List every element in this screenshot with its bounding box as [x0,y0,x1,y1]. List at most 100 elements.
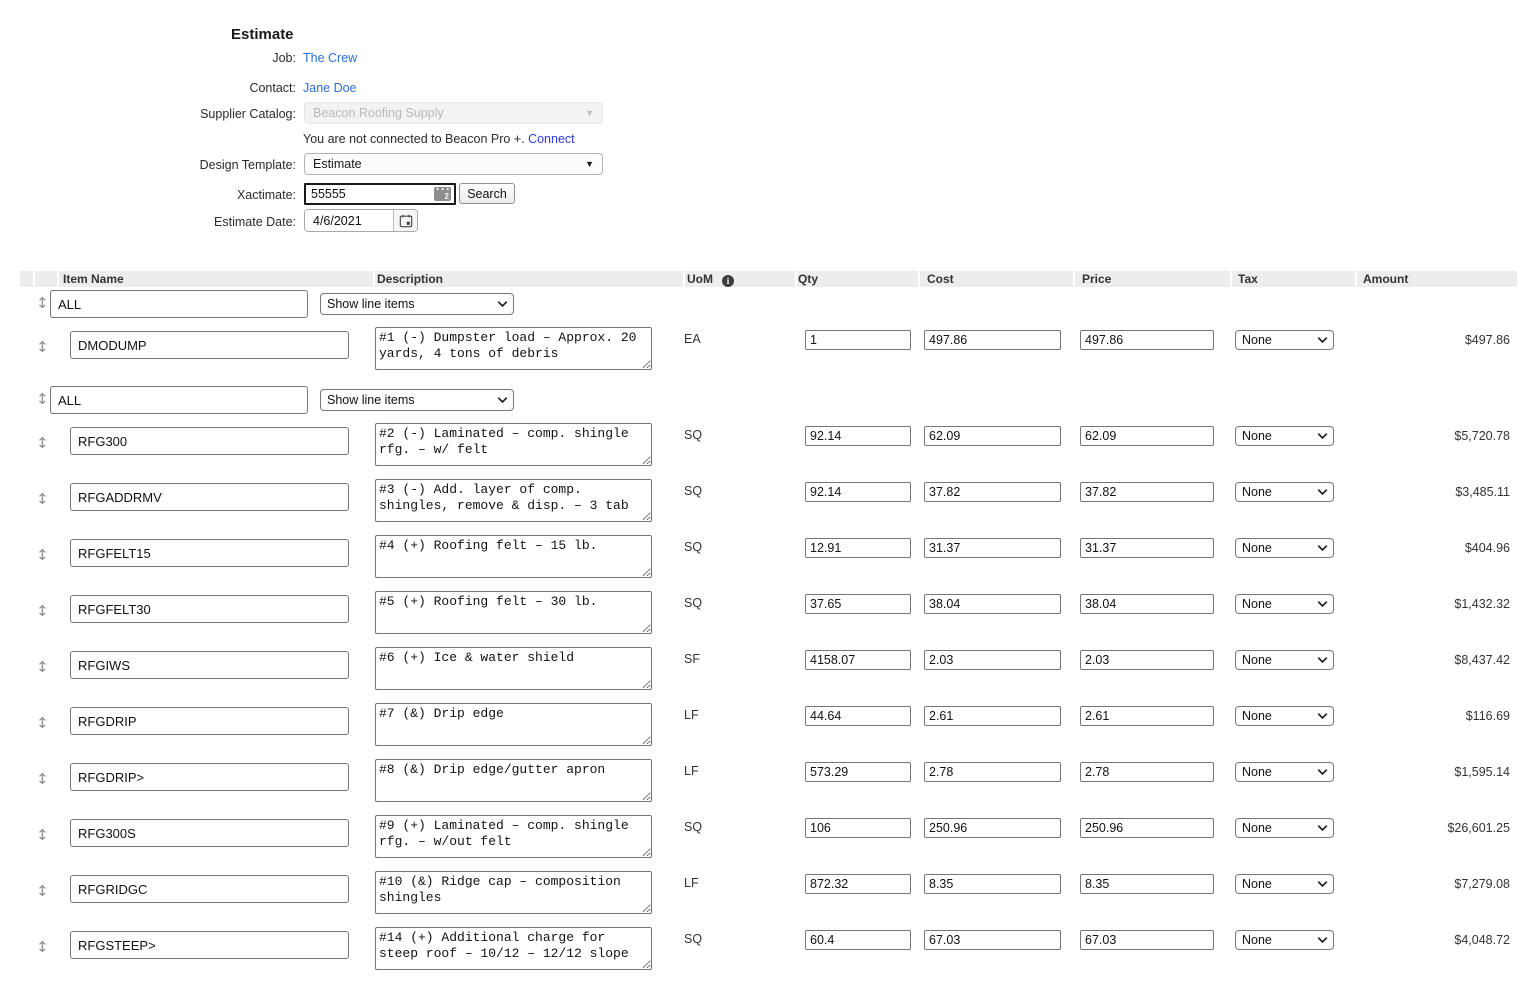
price-input[interactable] [1080,594,1214,614]
qty-input[interactable] [805,594,911,614]
tax-select[interactable]: None [1235,650,1334,670]
qty-input[interactable] [805,426,911,446]
qty-input[interactable] [805,930,911,950]
description-textarea[interactable]: #14 (+) Additional charge for steep roof… [375,927,652,970]
qty-input[interactable] [805,818,911,838]
drag-handle-icon[interactable]: ↕ [36,826,49,844]
item-name-input[interactable] [70,707,349,735]
price-input[interactable] [1080,762,1214,782]
price-input[interactable] [1080,538,1214,558]
qty-input[interactable] [805,874,911,894]
cost-input[interactable] [924,930,1061,950]
qty-input[interactable] [805,482,911,502]
calendar-button[interactable] [393,210,417,231]
description-textarea[interactable]: #8 (&) Drip edge/gutter apron [375,759,652,802]
price-input[interactable] [1080,330,1214,350]
drag-handle-icon[interactable]: ↕ [36,602,49,620]
uom-value: LF [684,876,699,890]
item-name-input[interactable] [70,875,349,903]
tax-select[interactable]: None [1235,930,1334,950]
drag-handle-icon[interactable]: ↕ [36,390,49,408]
design-template-select[interactable]: Estimate [304,153,603,175]
qty-input[interactable] [805,538,911,558]
info-icon[interactable]: i [722,275,734,287]
connect-status-text: You are not connected to Beacon Pro +. [303,132,525,146]
uom-value: SQ [684,428,702,442]
item-name-input[interactable] [70,819,349,847]
cost-input[interactable] [924,538,1061,558]
description-textarea[interactable]: #4 (+) Roofing felt – 15 lb. [375,535,652,578]
cost-input[interactable] [924,762,1061,782]
cost-input[interactable] [924,706,1061,726]
tax-select[interactable]: None [1235,330,1334,350]
qty-input[interactable] [805,762,911,782]
tax-select-wrap: None [1235,874,1334,894]
description-textarea[interactable]: #2 (-) Laminated – comp. shingle rfg. – … [375,423,652,466]
drag-handle-icon[interactable]: ↕ [36,338,49,356]
contact-link[interactable]: Jane Doe [303,81,357,95]
price-input[interactable] [1080,482,1214,502]
tax-select-wrap: None [1235,650,1334,670]
price-input[interactable] [1080,818,1214,838]
qty-input[interactable] [805,706,911,726]
group-name-input[interactable] [50,386,308,414]
tax-select[interactable]: None [1235,874,1334,894]
item-name-input[interactable] [70,931,349,959]
drag-handle-icon[interactable]: ↕ [36,294,49,312]
cost-input[interactable] [924,482,1061,502]
cost-input[interactable] [924,594,1061,614]
drag-handle-icon[interactable]: ↕ [36,546,49,564]
item-name-input[interactable] [70,539,349,567]
price-input[interactable] [1080,706,1214,726]
price-input[interactable] [1080,874,1214,894]
drag-handle-icon[interactable]: ↕ [36,938,49,956]
tax-select[interactable]: None [1235,762,1334,782]
drag-handle-icon[interactable]: ↕ [36,434,49,452]
tax-select[interactable]: None [1235,482,1334,502]
tax-select[interactable]: None [1235,594,1334,614]
cost-input[interactable] [924,426,1061,446]
job-link[interactable]: The Crew [303,51,357,65]
description-textarea[interactable]: #3 (-) Add. layer of comp. shingles, rem… [375,479,652,522]
description-textarea[interactable]: #7 (&) Drip edge [375,703,652,746]
cost-input[interactable] [924,818,1061,838]
drag-handle-icon[interactable]: ↕ [36,714,49,732]
description-textarea[interactable]: #9 (+) Laminated – comp. shingle rfg. – … [375,815,652,858]
item-name-input[interactable] [70,595,349,623]
description-textarea[interactable]: #1 (-) Dumpster load – Approx. 20 yards,… [375,327,652,370]
cost-input[interactable] [924,874,1061,894]
drag-handle-icon[interactable]: ↕ [36,882,49,900]
tax-select[interactable]: None [1235,538,1334,558]
group-name-input[interactable] [50,290,308,318]
amount-value: $404.96 [1340,541,1510,555]
item-name-input[interactable] [70,483,349,511]
cost-input[interactable] [924,650,1061,670]
price-input[interactable] [1080,930,1214,950]
tax-select[interactable]: None [1235,426,1334,446]
qty-input[interactable] [805,650,911,670]
line-items-filter-select[interactable]: Show line items [320,293,514,315]
group-row: ↕ Show line items [0,287,1529,327]
estimate-date-input[interactable] [305,210,393,231]
qty-input[interactable] [805,330,911,350]
price-input[interactable] [1080,426,1214,446]
tax-select[interactable]: None [1235,818,1334,838]
connect-link[interactable]: Connect [528,132,575,146]
search-button[interactable]: Search [459,183,515,204]
drag-handle-icon[interactable]: ↕ [36,490,49,508]
description-textarea[interactable]: #10 (&) Ridge cap – composition shingles [375,871,652,914]
item-name-input[interactable] [70,427,349,455]
autofill-extension-icon[interactable] [434,187,451,201]
cost-input[interactable] [924,330,1061,350]
estimate-page: Estimate Job: The Crew Contact: Jane Doe… [0,0,1529,967]
item-name-input[interactable] [70,651,349,679]
item-name-input[interactable] [70,331,349,359]
item-name-input[interactable] [70,763,349,791]
drag-handle-icon[interactable]: ↕ [36,658,49,676]
description-textarea[interactable]: #5 (+) Roofing felt – 30 lb. [375,591,652,634]
tax-select[interactable]: None [1235,706,1334,726]
description-textarea[interactable]: #6 (+) Ice & water shield [375,647,652,690]
line-items-filter-select[interactable]: Show line items [320,389,514,411]
price-input[interactable] [1080,650,1214,670]
drag-handle-icon[interactable]: ↕ [36,770,49,788]
